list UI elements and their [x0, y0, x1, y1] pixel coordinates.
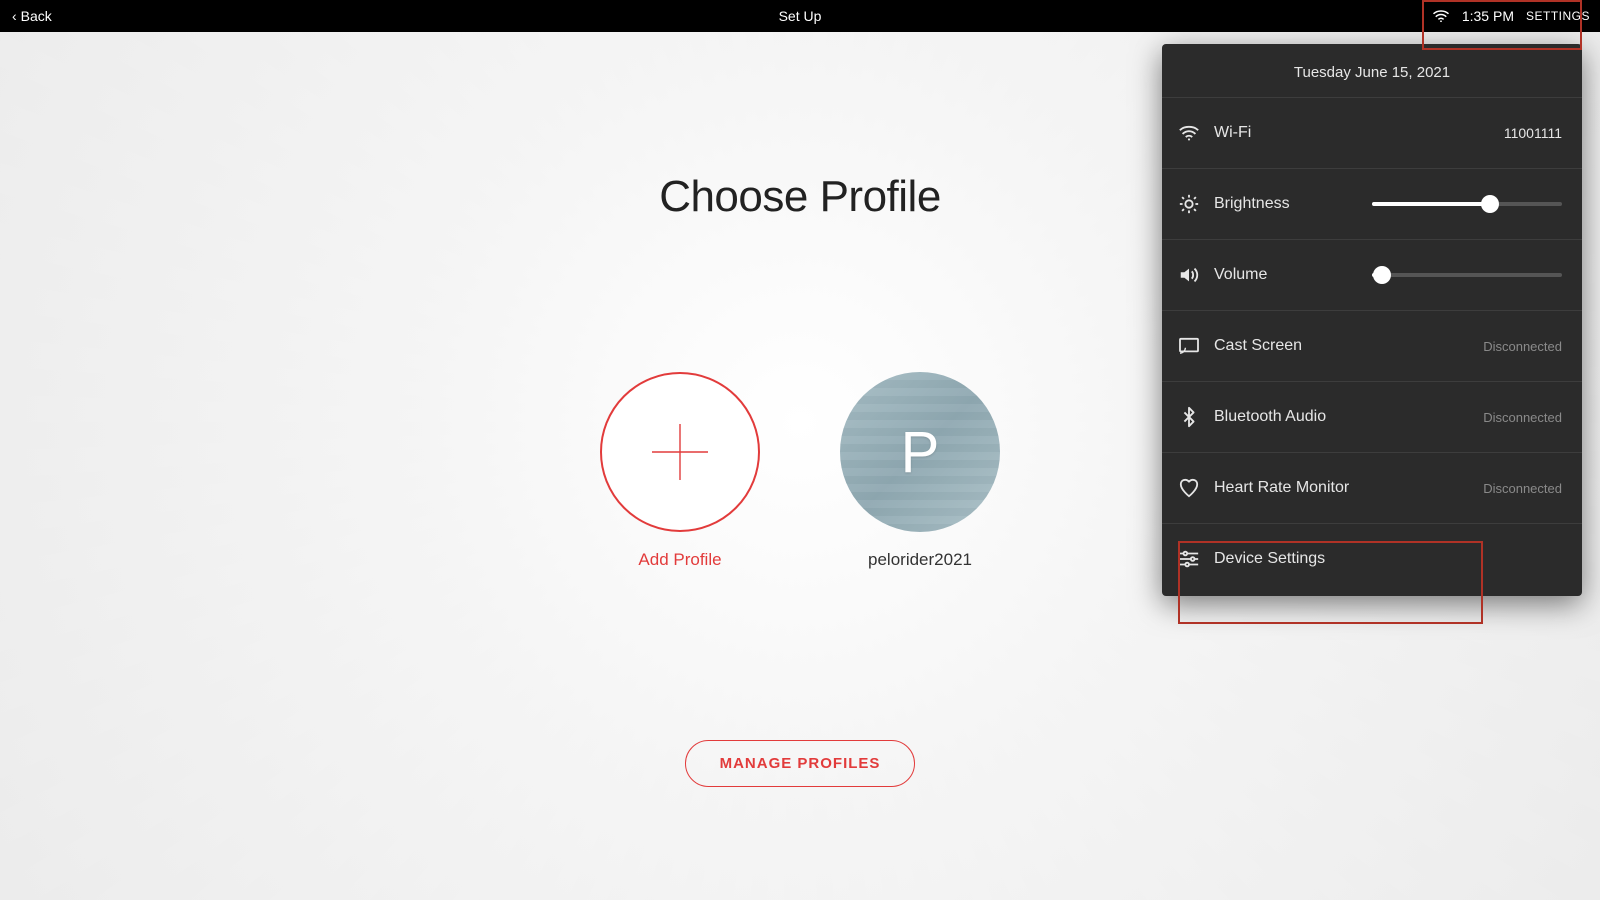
volume-icon	[1178, 264, 1200, 286]
manage-profiles-button[interactable]: MANAGE PROFILES	[685, 740, 916, 787]
brightness-slider-fill	[1372, 202, 1490, 206]
cast-label: Cast Screen	[1214, 337, 1302, 355]
wifi-label: Wi-Fi	[1214, 124, 1251, 142]
plus-icon	[645, 417, 715, 487]
add-profile-circle	[600, 372, 760, 532]
heart-rate-row[interactable]: Heart Rate Monitor Disconnected	[1162, 453, 1582, 524]
profiles-row: Add Profile P pelorider2021	[590, 372, 1010, 570]
bluetooth-icon	[1178, 406, 1200, 428]
device-settings-row[interactable]: Device Settings	[1162, 524, 1582, 594]
hrm-label: Heart Rate Monitor	[1214, 479, 1349, 497]
sliders-icon	[1178, 548, 1200, 570]
page-heading: Choose Profile	[659, 172, 941, 222]
back-label: Back	[21, 8, 52, 24]
clock-time: 1:35 PM	[1462, 8, 1514, 24]
bluetooth-label: Bluetooth Audio	[1214, 408, 1326, 426]
wifi-row[interactable]: Wi-Fi 11001111	[1162, 98, 1582, 169]
profile-avatar: P	[840, 372, 1000, 532]
profile-initial: P	[901, 419, 940, 486]
brightness-slider[interactable]	[1372, 202, 1562, 206]
panel-date: Tuesday June 15, 2021	[1162, 44, 1582, 98]
screen-title: Set Up	[779, 8, 822, 24]
brightness-slider-thumb[interactable]	[1481, 195, 1499, 213]
back-button[interactable]: ‹ Back	[0, 8, 52, 24]
volume-row: Volume	[1162, 240, 1582, 311]
brightness-label: Brightness	[1214, 195, 1290, 213]
volume-slider-thumb[interactable]	[1373, 266, 1391, 284]
add-profile-label: Add Profile	[638, 550, 721, 570]
volume-label: Volume	[1214, 266, 1267, 284]
settings-button[interactable]: SETTINGS	[1526, 9, 1590, 23]
device-settings-label: Device Settings	[1214, 550, 1325, 568]
cast-icon	[1178, 335, 1200, 357]
volume-slider[interactable]	[1372, 273, 1562, 277]
status-bar: ‹ Back Set Up 1:35 PM SETTINGS	[0, 0, 1600, 32]
profile-pelorider2021[interactable]: P pelorider2021	[830, 372, 1010, 570]
profile-name: pelorider2021	[868, 550, 972, 570]
bluetooth-audio-row[interactable]: Bluetooth Audio Disconnected	[1162, 382, 1582, 453]
cast-screen-row[interactable]: Cast Screen Disconnected	[1162, 311, 1582, 382]
hrm-status: Disconnected	[1483, 481, 1562, 496]
chevron-left-icon: ‹	[12, 8, 17, 24]
add-profile[interactable]: Add Profile	[590, 372, 770, 570]
wifi-icon	[1178, 122, 1200, 144]
wifi-value: 11001111	[1504, 125, 1562, 141]
bluetooth-status: Disconnected	[1483, 410, 1562, 425]
settings-panel: Tuesday June 15, 2021 Wi-Fi 11001111 Bri…	[1162, 44, 1582, 596]
heart-icon	[1178, 477, 1200, 499]
cast-status: Disconnected	[1483, 339, 1562, 354]
brightness-icon	[1178, 193, 1200, 215]
wifi-icon	[1432, 9, 1450, 23]
brightness-row: Brightness	[1162, 169, 1582, 240]
